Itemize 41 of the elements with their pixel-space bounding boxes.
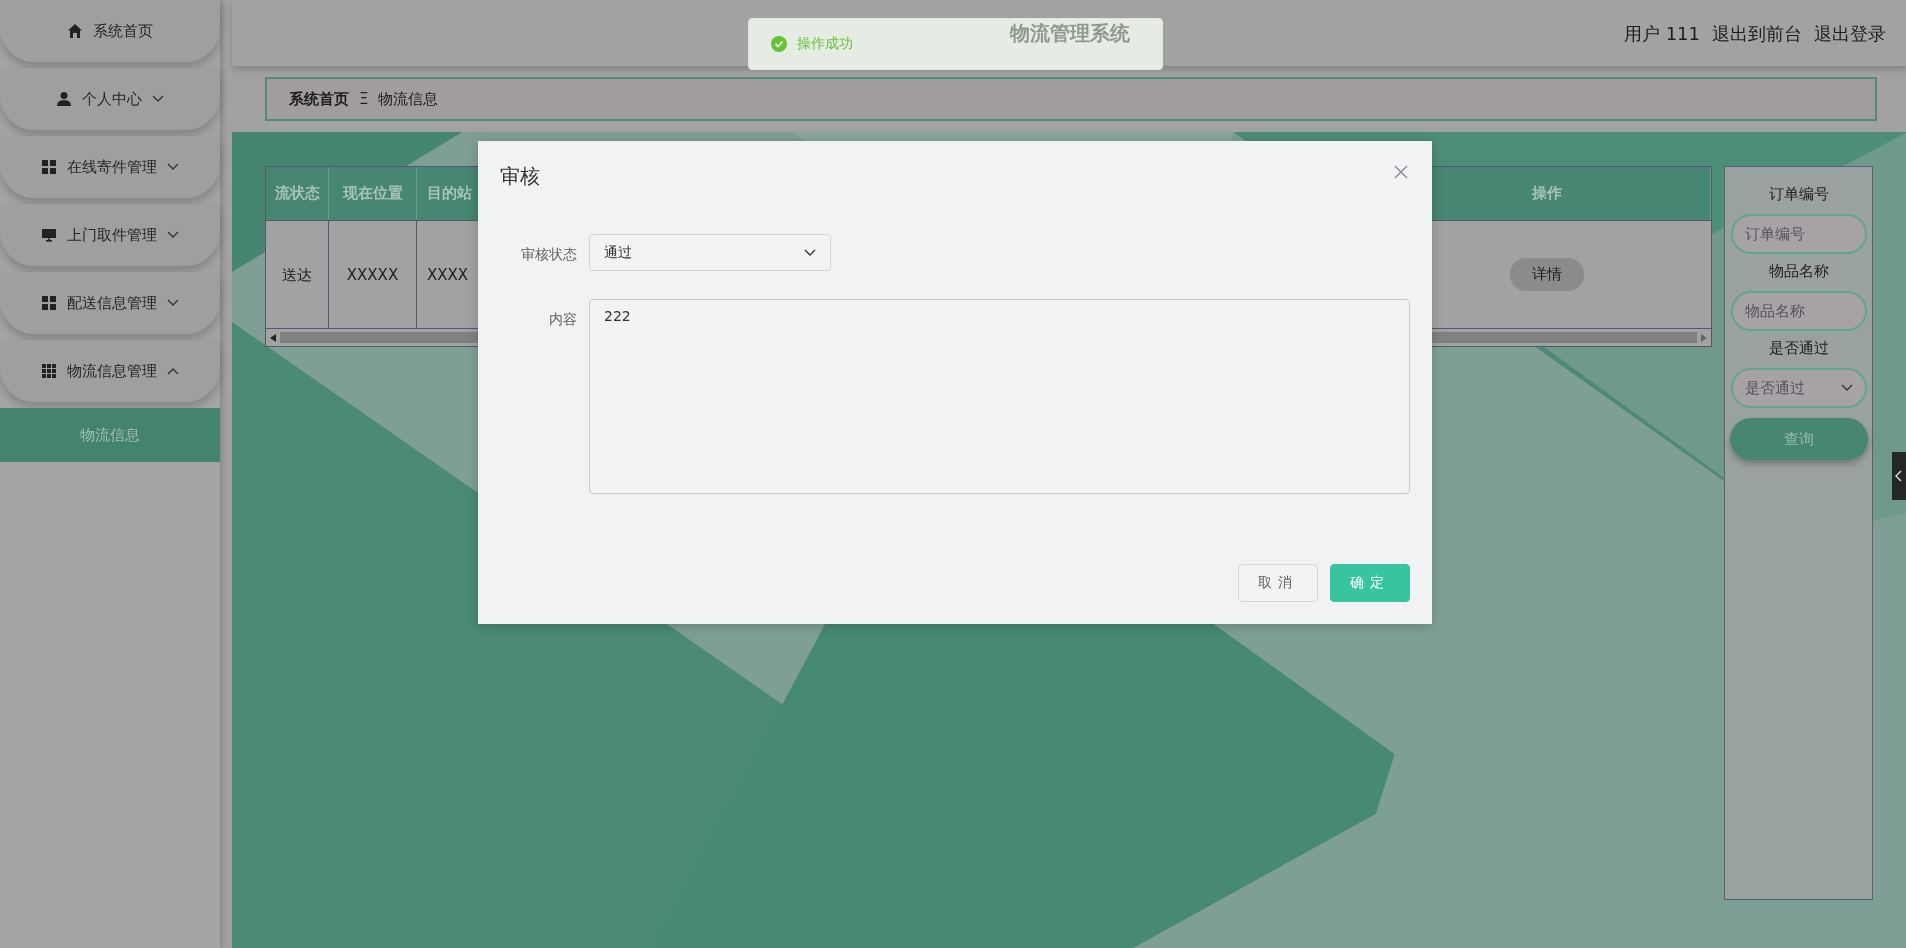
form-label: 内容: [548, 310, 578, 329]
input-field[interactable]: 订单编号: [1730, 214, 1867, 254]
breadcrumb-item[interactable]: 物流信息: [378, 89, 439, 109]
status-select[interactable]: 通过: [589, 234, 831, 271]
user-label: 用户 111: [1623, 22, 1700, 46]
sidebar-item[interactable]: 系统首页: [0, 0, 220, 62]
toast-message: 操作成功: [797, 35, 853, 53]
chevron-left-icon: [1895, 470, 1903, 482]
field-label: 是否通过: [1768, 339, 1829, 358]
content-textarea[interactable]: 222: [589, 299, 1410, 494]
check-circle-icon: [771, 36, 787, 52]
grid-icon: [41, 159, 57, 175]
sidebar-item[interactable]: 在线寄件管理: [0, 136, 220, 198]
chevron-down-icon: [1840, 384, 1853, 392]
select-field[interactable]: 是否通过: [1730, 368, 1867, 408]
app-title: 物流管理系统: [1010, 19, 1130, 47]
sidebar-item[interactable]: 物流信息管理: [0, 340, 220, 402]
header-link[interactable]: 退出到前台: [1712, 22, 1802, 46]
scroll-right-icon[interactable]: [1701, 333, 1707, 342]
input-field[interactable]: 物品名称: [1730, 291, 1867, 331]
monitor-icon: [41, 227, 57, 243]
user-icon: [56, 91, 72, 107]
sidebar-item[interactable]: 上门取件管理: [0, 204, 220, 266]
details-button[interactable]: 详情: [1510, 258, 1584, 291]
sidebar-item[interactable]: 配送信息管理: [0, 272, 220, 334]
column-header: 流状态: [266, 167, 329, 220]
column-header: 现在位置: [329, 167, 417, 220]
form-label: 审核状态: [520, 245, 578, 264]
scroll-left-icon[interactable]: [270, 333, 276, 342]
chevron-down-icon: [804, 248, 816, 257]
grid-icon: [41, 295, 57, 311]
field-label: 物品名称: [1768, 262, 1829, 281]
breadcrumb-separator: Ξ: [359, 90, 369, 108]
header-link[interactable]: 退出登录: [1814, 22, 1886, 46]
side-tab-button[interactable]: [1892, 452, 1906, 500]
field-label: 订单编号: [1768, 185, 1829, 204]
sidebar-item[interactable]: 个人中心: [0, 68, 220, 130]
grid-icon: [41, 363, 57, 379]
home-icon: [67, 23, 83, 39]
breadcrumb-item[interactable]: 系统首页: [289, 89, 349, 109]
cancel-button[interactable]: 取消: [1238, 564, 1318, 602]
